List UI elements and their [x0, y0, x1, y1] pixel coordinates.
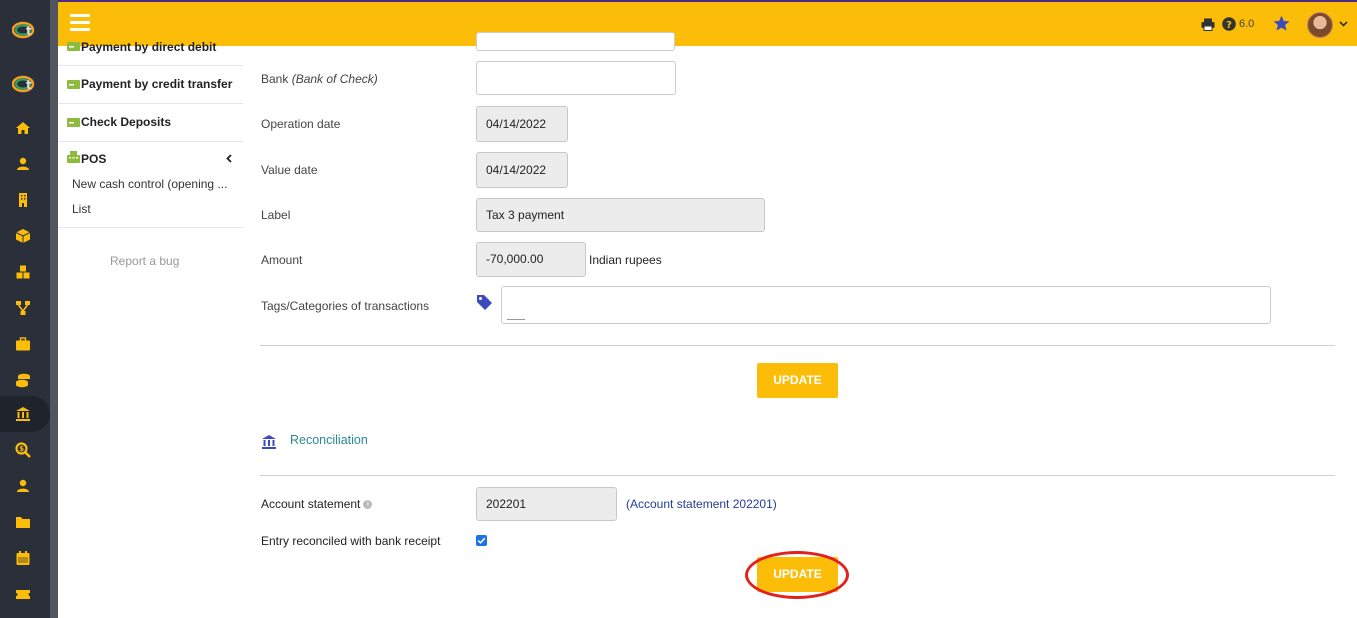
payment-card-icon [67, 42, 80, 51]
value-date-label: Value date [261, 163, 318, 177]
operation-date-field[interactable]: 04/14/2022 [476, 106, 568, 142]
svg-text:t: t [26, 78, 32, 92]
product-box-icon[interactable] [15, 228, 31, 244]
value-date-field[interactable]: 04/14/2022 [476, 152, 568, 188]
top-bar: ? 6.0 [58, 0, 1357, 46]
reconciled-label: Entry reconciled with bank receipt [261, 534, 441, 548]
search-dollar-icon[interactable]: $ [15, 442, 31, 458]
report-bug-link[interactable]: Report a bug [110, 254, 179, 268]
icon-rail: t t $ [0, 0, 50, 618]
checkmark-icon [477, 537, 486, 544]
submenu-new-cash-control[interactable]: New cash control (opening ... [72, 177, 238, 191]
tags-input[interactable] [501, 286, 1271, 324]
bank-input[interactable] [476, 61, 676, 95]
app-logo-icon[interactable]: t [12, 20, 38, 40]
menu-item-label: Payment by direct debit [81, 40, 217, 54]
briefcase-icon[interactable] [15, 336, 31, 352]
menu-item-direct-debit[interactable]: Payment by direct debit [58, 38, 243, 66]
user-avatar[interactable] [1307, 12, 1333, 38]
bank-label: Bank (Bank of Check) [261, 72, 378, 86]
user-tie-icon[interactable] [15, 478, 31, 494]
menu-item-credit-transfer[interactable]: Payment by credit transfer [58, 66, 243, 104]
payment-card-icon [67, 80, 80, 89]
bookmark-star-icon[interactable] [1273, 15, 1290, 32]
cubes-icon[interactable] [15, 264, 31, 280]
main-form: Bank (Bank of Check) Operation date 04/1… [243, 32, 1357, 618]
divider [260, 475, 1335, 476]
chevron-down-icon[interactable] [1339, 21, 1348, 27]
amount-field[interactable]: -70,000.00 [476, 242, 586, 277]
label-label: Label [261, 208, 291, 222]
currency-label: Indian rupees [589, 253, 662, 267]
account-statement-label: Account statement i [261, 497, 373, 511]
tags-label: Tags/Categories of transactions [261, 299, 430, 313]
folder-icon[interactable] [15, 514, 31, 530]
home-icon[interactable] [15, 120, 31, 136]
rail-edge [50, 0, 58, 618]
amount-label: Amount [261, 253, 303, 267]
ticket-icon[interactable] [15, 586, 31, 602]
annotation-circle [745, 551, 849, 599]
menu-item-check-deposits[interactable]: Check Deposits [58, 104, 243, 142]
left-menu: Payment by direct debit Payment by credi… [58, 40, 243, 618]
print-icon[interactable] [1201, 18, 1215, 31]
coins-icon[interactable] [15, 372, 31, 388]
submenu-list[interactable]: List [72, 202, 238, 216]
svg-text:?: ? [1226, 20, 1232, 31]
bank-icon [262, 435, 276, 449]
menu-section-pos: POS New cash control (opening ... List [58, 142, 243, 228]
reconciled-checkbox[interactable] [476, 535, 487, 546]
version-label: 6.0 [1239, 18, 1255, 30]
sitemap-icon[interactable] [15, 300, 31, 316]
reconciliation-title: Reconciliation [290, 433, 368, 447]
menu-item-label: Check Deposits [81, 115, 172, 129]
calendar-icon[interactable] [15, 550, 31, 566]
operation-date-label: Operation date [261, 117, 341, 131]
account-statement-field[interactable]: 202201 [476, 487, 617, 521]
previous-field-input[interactable] [476, 32, 675, 51]
building-icon[interactable] [15, 192, 31, 208]
account-statement-link[interactable]: (Account statement 202201) [626, 497, 777, 511]
help-icon[interactable]: ? [1222, 17, 1236, 31]
menu-toggle-icon[interactable] [70, 14, 90, 32]
tag-icon [477, 295, 492, 310]
svg-text:t: t [26, 24, 32, 38]
input-caret [507, 319, 525, 320]
menu-item-label[interactable]: POS [81, 152, 106, 166]
label-field[interactable]: Tax 3 payment [476, 198, 765, 232]
user-icon[interactable] [15, 156, 31, 172]
svg-text:$: $ [19, 445, 24, 453]
update-button[interactable]: UPDATE [757, 363, 838, 398]
app-logo-small-icon[interactable]: t [12, 74, 38, 94]
divider [260, 345, 1335, 346]
app-root: t t $ ? 6.0 Payment by direct debit Paym… [0, 0, 1357, 618]
cash-register-icon [67, 151, 80, 163]
chevron-left-icon[interactable] [226, 154, 232, 163]
info-icon[interactable]: i [363, 500, 373, 510]
bank-icon[interactable] [15, 406, 31, 422]
menu-item-label: Payment by credit transfer [81, 77, 233, 91]
payment-card-icon [67, 118, 80, 127]
